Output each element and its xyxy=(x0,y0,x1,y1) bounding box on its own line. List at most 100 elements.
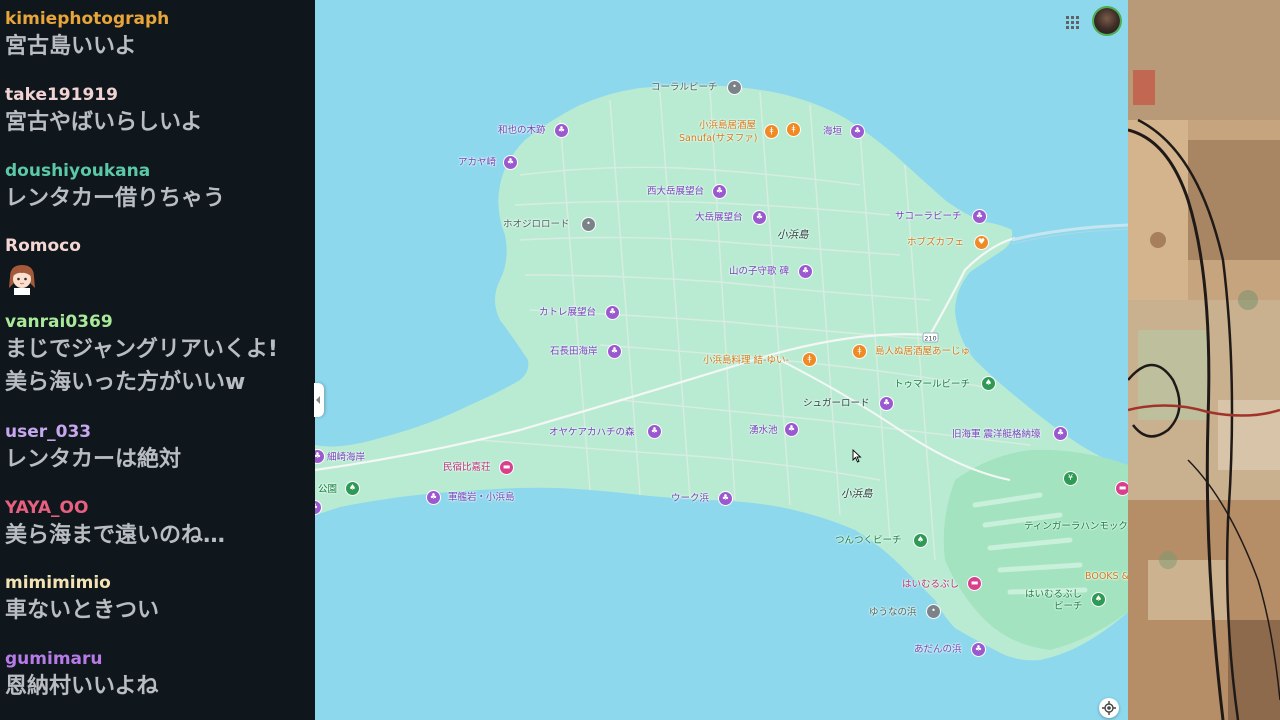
chat-text-line2: 美ら海いった方がいいw xyxy=(5,370,246,395)
chat-username[interactable]: take191919 xyxy=(5,84,315,106)
lodging-pin[interactable]: ▬ xyxy=(499,460,514,475)
chat-panel: kimiephotograph 宮古島いいよ take191919 宮古やばいら… xyxy=(0,0,315,720)
chat-text: レンタカー借りちゃう xyxy=(5,186,226,211)
place-label[interactable]: シュガーロード xyxy=(803,398,870,410)
poi-pin[interactable]: ♣ xyxy=(554,123,569,138)
place-label[interactable]: 島人ぬ居酒屋あーじゅ xyxy=(875,346,970,358)
place-label[interactable]: 軍艦岩・小浜島 xyxy=(448,492,515,504)
place-label[interactable]: 和也の木跡 xyxy=(498,125,546,137)
chat-username[interactable]: mimimimio xyxy=(5,572,315,594)
cafe-pin[interactable]: ♥ xyxy=(974,235,989,250)
place-label[interactable]: 西大岳展望台 xyxy=(647,186,704,198)
restaurant-pin[interactable]: ǂ xyxy=(786,122,801,137)
chat-username[interactable]: gumimaru xyxy=(5,648,315,670)
chat-message: gumimaru 恩納村いいよね xyxy=(5,648,315,703)
place-label[interactable]: ティンガーラハンモック xyxy=(1024,521,1128,533)
poi-pin[interactable]: ♣ xyxy=(647,424,662,439)
chat-username[interactable]: kimiephotograph xyxy=(5,8,315,30)
poi-pin[interactable]: ♣ xyxy=(798,264,813,279)
poi-pin[interactable]: ♣ xyxy=(784,422,799,437)
chat-text: まじでジャングリアいくよ! xyxy=(5,337,278,362)
place-label[interactable]: Sanufa(サヌファ) xyxy=(679,133,757,145)
chat-username[interactable]: Romoco xyxy=(5,235,315,257)
place-label[interactable]: コーラルビーチ xyxy=(651,82,718,94)
beach-pin[interactable]: ♠ xyxy=(913,533,928,548)
place-label[interactable]: 旧海軍 震洋艇格納壕 xyxy=(952,429,1041,441)
chat-message: vanrai0369 まじでジャングリアいくよ! 美ら海いった方がいいw xyxy=(5,311,315,399)
place-label[interactable]: 公園 xyxy=(318,484,337,496)
place-label[interactable]: 民宿比嘉荘 xyxy=(443,462,491,474)
chat-username[interactable]: user_033 xyxy=(5,421,315,443)
mouse-cursor-icon xyxy=(852,449,862,463)
island-label-2: 小浜島 xyxy=(841,488,873,500)
coral-beach-pin[interactable]: • xyxy=(727,80,742,95)
poi-pin[interactable]: ♣ xyxy=(718,491,733,506)
place-label[interactable]: 湧水池 xyxy=(749,425,778,437)
place-label[interactable]: 細崎海岸 xyxy=(327,452,365,464)
chat-text: 車ないときつい xyxy=(5,598,160,623)
place-label[interactable]: ホオジロロード xyxy=(503,219,570,231)
background-artwork xyxy=(1128,0,1280,720)
place-label[interactable]: ウーク浜 xyxy=(671,493,709,505)
lodging-pin[interactable]: ▬ xyxy=(967,576,982,591)
poi-pin[interactable]: ♣ xyxy=(607,344,622,359)
place-label[interactable]: 大岳展望台 xyxy=(695,212,743,224)
restaurant-pin[interactable]: ǂ xyxy=(852,344,867,359)
poi-pin[interactable]: ♣ xyxy=(503,155,518,170)
chat-username[interactable]: doushiyoukana xyxy=(5,160,315,182)
chat-text: 宮古島いいよ xyxy=(5,34,137,59)
beach-pin[interactable]: ♠ xyxy=(981,376,996,391)
collapse-panel-button[interactable] xyxy=(314,383,324,417)
chat-message: user_033 レンタカーは絶対 xyxy=(5,421,315,476)
place-label[interactable]: アカヤ崎 xyxy=(458,157,496,169)
chat-message: YAYA_OO 美ら海まで遠いのね… xyxy=(5,497,315,552)
girl-face-emote xyxy=(5,261,39,295)
beach-pin[interactable]: • xyxy=(926,604,941,619)
poi-pin[interactable]: ♣ xyxy=(752,210,767,225)
place-label[interactable]: あだんの浜 xyxy=(914,644,962,656)
map-canvas[interactable]: 210 • ♣ ǂ ǂ ♣ ♣ ♣ ♣ • ♣ ♥ ♣ ♣ ♣ ǂ ǂ ♠ ♣ … xyxy=(315,0,1128,720)
park-pin[interactable]: ♠ xyxy=(345,481,360,496)
chat-message: Romoco xyxy=(5,235,315,299)
poi-pin[interactable]: ♣ xyxy=(605,305,620,320)
chat-text: 恩納村いいよね xyxy=(5,674,159,699)
place-label[interactable]: カトレ展望台 xyxy=(539,307,596,319)
place-label[interactable]: オヤケアカハチの森 xyxy=(549,427,635,439)
poi-pin[interactable]: ♣ xyxy=(850,124,865,139)
place-label[interactable]: 石長田海岸 xyxy=(550,346,598,358)
chat-text: 美ら海まで遠いのね… xyxy=(5,523,226,548)
place-label[interactable]: はいむるぶし xyxy=(902,579,959,591)
poi-pin[interactable]: ♣ xyxy=(1053,426,1068,441)
beach-pin[interactable]: ♠ xyxy=(1091,592,1106,607)
chat-message: take191919 宮古やばいらしいよ xyxy=(5,84,315,139)
poi-pin[interactable]: ♣ xyxy=(712,184,727,199)
place-label[interactable]: トゥマールビーチ xyxy=(894,379,970,391)
restaurant-pin[interactable]: ǂ xyxy=(802,352,817,367)
place-label[interactable]: はいむるぶし xyxy=(1025,589,1082,601)
place-label[interactable]: 小浜島料理 結-ゆい- xyxy=(703,355,789,367)
my-location-icon[interactable] xyxy=(1099,698,1119,718)
lodging-pin[interactable]: ▬ xyxy=(1115,481,1128,496)
place-label[interactable]: 小浜島居酒屋 xyxy=(699,120,756,132)
chat-username[interactable]: YAYA_OO xyxy=(5,497,315,519)
chat-text: 宮古やばいらしいよ xyxy=(5,110,203,135)
place-label[interactable]: サコーラビーチ xyxy=(895,211,962,223)
place-label[interactable]: 山の子守歌 碑 xyxy=(729,266,789,278)
place-label[interactable]: 海垣 xyxy=(823,126,842,138)
place-label[interactable]: ビーチ xyxy=(1054,601,1083,613)
place-label[interactable]: ゆうなの浜 xyxy=(869,607,917,619)
account-avatar[interactable] xyxy=(1094,8,1120,34)
place-label[interactable]: BOOKS & xyxy=(1085,571,1128,583)
chat-username[interactable]: vanrai0369 xyxy=(5,311,315,333)
poi-pin[interactable]: ♣ xyxy=(972,209,987,224)
road-pin[interactable]: • xyxy=(581,217,596,232)
place-label[interactable]: ホブズカフェ xyxy=(907,237,964,249)
restaurant-pin[interactable]: ǂ xyxy=(764,124,779,139)
place-label[interactable]: つんつくビーチ xyxy=(835,535,902,547)
poi-pin[interactable]: ♣ xyxy=(426,490,441,505)
apps-grid-icon[interactable] xyxy=(1064,14,1081,31)
chat-message: doushiyoukana レンタカー借りちゃう xyxy=(5,160,315,215)
poi-pin[interactable]: ♣ xyxy=(971,642,986,657)
money-pin[interactable]: ¥ xyxy=(1063,471,1078,486)
poi-pin[interactable]: ♣ xyxy=(879,396,894,411)
